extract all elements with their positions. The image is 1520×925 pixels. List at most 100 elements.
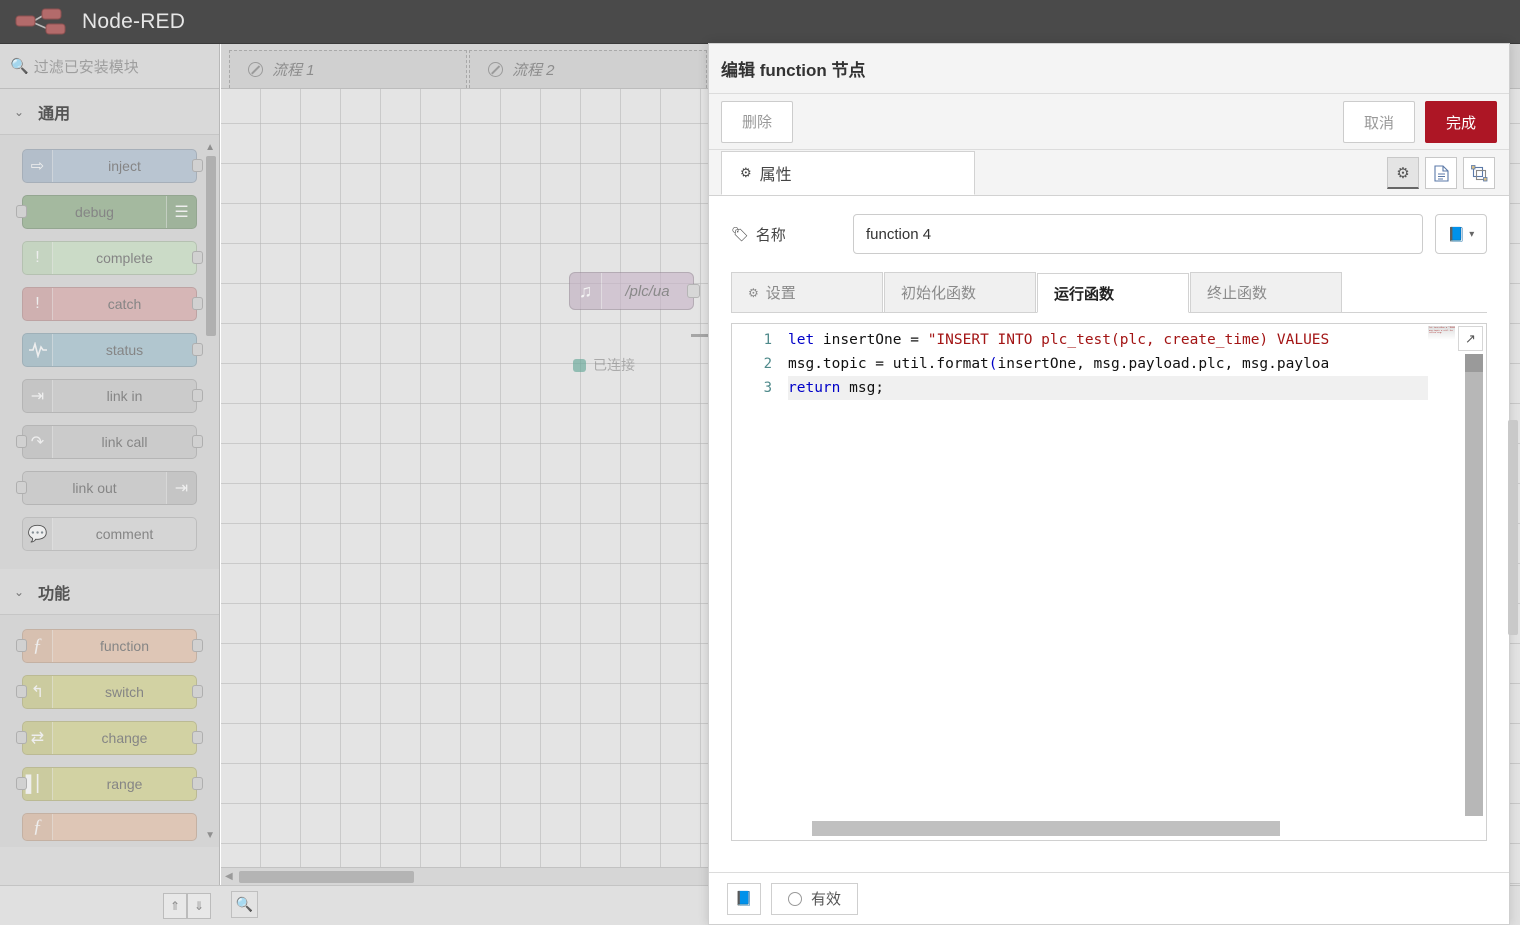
node-output-port[interactable] bbox=[687, 284, 700, 298]
node-output-port[interactable] bbox=[192, 777, 203, 790]
code-line: 1 let insertOne = "INSERT INTO plc_test(… bbox=[732, 328, 1428, 352]
editor-horizontal-scrollbar-thumb[interactable] bbox=[812, 821, 1280, 836]
flow-tab-1[interactable]: 流程 1 bbox=[229, 50, 467, 88]
palette-search-placeholder: 过滤已安装模块 bbox=[33, 58, 139, 76]
description-doc-icon[interactable] bbox=[1425, 157, 1457, 189]
gear-icon: ⚙ bbox=[740, 165, 752, 180]
node-input-port[interactable] bbox=[16, 435, 27, 448]
node-input-port[interactable] bbox=[16, 639, 27, 652]
palette-node-catch[interactable]: ! catch bbox=[22, 287, 203, 321]
book-icon[interactable]: 📘 bbox=[727, 882, 761, 915]
settings-gear-icon[interactable]: ⚙ bbox=[1387, 157, 1419, 189]
editor-vertical-scrollbar-thumb[interactable] bbox=[1465, 354, 1483, 372]
node-output-port[interactable] bbox=[192, 389, 203, 402]
tab-on-start-label: 初始化函数 bbox=[901, 285, 977, 302]
node-input-port[interactable] bbox=[16, 731, 27, 744]
chevron-down-icon: ▾ bbox=[1469, 228, 1475, 240]
tab-setup[interactable]: ⚙ 设置 bbox=[731, 272, 883, 312]
expand-all-icon[interactable]: ⇓ bbox=[187, 893, 211, 919]
page-vertical-scrollbar[interactable] bbox=[1508, 420, 1518, 635]
enabled-label: 有效 bbox=[811, 891, 842, 908]
node-output-port[interactable] bbox=[192, 435, 203, 448]
palette-node-link-in[interactable]: ⇥ link in bbox=[22, 379, 203, 413]
palette-scroll-down-icon[interactable]: ▼ bbox=[205, 830, 215, 841]
book-dropdown-icon: 📘 bbox=[1447, 225, 1466, 242]
palette-node-label: range bbox=[106, 776, 143, 792]
change-swap-icon: ⇄ bbox=[23, 722, 53, 754]
edit-function-node-dialog: 编辑 function 节点 删除 取消 完成 ⚙ 属性 ⚙ 🏷 名称 func… bbox=[708, 43, 1510, 925]
exclamation-icon: ! bbox=[23, 242, 53, 274]
node-input-port[interactable] bbox=[16, 777, 27, 790]
code-editor[interactable]: 1 let insertOne = "INSERT INTO plc_test(… bbox=[731, 323, 1487, 841]
dialog-body: 🏷 名称 📘 ▾ ⚙ 设置 初始化函数 运行函数 终止函数 bbox=[709, 196, 1509, 872]
palette-node-status[interactable]: status bbox=[22, 333, 203, 367]
palette-scrollbar-thumb[interactable] bbox=[206, 156, 216, 336]
link-call-icon: ↷ bbox=[23, 426, 53, 458]
status-text: 已连接 bbox=[593, 357, 635, 373]
palette-category-function[interactable]: ⌄ 功能 bbox=[0, 569, 219, 615]
tab-on-stop-label: 终止函数 bbox=[1207, 285, 1268, 302]
tab-properties-label: 属性 bbox=[759, 167, 792, 184]
expand-diagonal-icon[interactable]: ↗ bbox=[1458, 326, 1483, 351]
inject-arrow-icon: ⇨ bbox=[23, 150, 53, 182]
search-icon: 🔍 bbox=[10, 58, 29, 75]
name-library-menu-button[interactable]: 📘 ▾ bbox=[1435, 214, 1487, 254]
function-f-icon: ƒ bbox=[23, 630, 53, 662]
node-output-port[interactable] bbox=[192, 731, 203, 744]
code-editor-content[interactable]: 1 let insertOne = "INSERT INTO plc_test(… bbox=[732, 324, 1428, 818]
done-button[interactable]: 完成 bbox=[1424, 101, 1497, 143]
code-line-text: let insertOne = "INSERT INTO plc_test(pl… bbox=[788, 328, 1428, 352]
palette-category-function-body: ƒ function ↰ switch ⇄ change ▌▏ range ƒ bbox=[0, 615, 219, 847]
palette-node-complete[interactable]: ! complete bbox=[22, 241, 203, 275]
palette-scroll-up-icon[interactable]: ▲ bbox=[205, 142, 215, 153]
palette-node-function[interactable]: ƒ function bbox=[16, 629, 203, 663]
disabled-flow-icon bbox=[488, 62, 503, 77]
palette-node-range[interactable]: ▌▏ range bbox=[16, 767, 203, 801]
node-red-logo-icon bbox=[14, 7, 70, 37]
palette-node-debug[interactable]: debug ☰ bbox=[16, 195, 197, 229]
palette-node-link-out[interactable]: link out ⇥ bbox=[16, 471, 197, 505]
palette-category-general[interactable]: ⌄ 通用 bbox=[0, 89, 219, 135]
appearance-icon[interactable] bbox=[1463, 157, 1495, 189]
scroll-left-icon[interactable]: ◀ bbox=[225, 871, 233, 882]
canvas-search-icon[interactable]: 🔍 bbox=[231, 891, 258, 918]
tab-on-message[interactable]: 运行函数 bbox=[1037, 273, 1189, 313]
node-input-port[interactable] bbox=[16, 205, 27, 218]
node-input-port[interactable] bbox=[16, 685, 27, 698]
code-token: insertOne, msg.payload.plc, msg.payloa bbox=[997, 356, 1330, 372]
comment-bubble-icon: 💬 bbox=[23, 518, 53, 550]
canvas-node-mqtt-in[interactable]: ♫ /plc/ua bbox=[569, 272, 700, 310]
tab-properties[interactable]: ⚙ 属性 bbox=[721, 151, 975, 195]
name-input[interactable] bbox=[853, 214, 1423, 254]
tab-on-stop[interactable]: 终止函数 bbox=[1190, 272, 1342, 312]
palette-node-link-call[interactable]: ↷ link call bbox=[16, 425, 203, 459]
delete-button[interactable]: 删除 bbox=[721, 100, 794, 143]
function-f-icon: ƒ bbox=[23, 814, 53, 840]
palette-node-comment[interactable]: 💬 comment bbox=[22, 517, 197, 551]
palette-node-partial[interactable]: ƒ bbox=[22, 813, 197, 841]
node-output-port[interactable] bbox=[192, 343, 203, 356]
node-output-port[interactable] bbox=[192, 297, 203, 310]
mqtt-signal-icon: ♫ bbox=[570, 273, 602, 309]
node-output-port[interactable] bbox=[192, 639, 203, 652]
cancel-button[interactable]: 取消 bbox=[1342, 101, 1415, 143]
flow-tab-2[interactable]: 流程 2 bbox=[469, 50, 707, 88]
palette-node-change[interactable]: ⇄ change bbox=[16, 721, 203, 755]
node-input-port[interactable] bbox=[16, 481, 27, 494]
palette-node-switch[interactable]: ↰ switch bbox=[16, 675, 203, 709]
node-output-port[interactable] bbox=[192, 159, 203, 172]
editor-vertical-scrollbar[interactable] bbox=[1465, 354, 1483, 816]
tab-on-start[interactable]: 初始化函数 bbox=[884, 272, 1036, 312]
code-line: 2 msg.topic = util.format(insertOne, msg… bbox=[732, 352, 1428, 376]
collapse-all-icon[interactable]: ⇑ bbox=[163, 893, 187, 919]
code-minimap[interactable]: let insertOne = "INSERT msg.topic = util.… bbox=[1428, 326, 1455, 340]
canvas-horizontal-scrollbar-thumb[interactable] bbox=[239, 871, 414, 883]
range-bars-icon: ▌▏ bbox=[23, 768, 53, 800]
node-output-port[interactable] bbox=[192, 685, 203, 698]
enabled-toggle-button[interactable]: 有效 bbox=[771, 882, 859, 915]
palette-node-inject[interactable]: ⇨ inject bbox=[22, 149, 203, 183]
palette-node-label: switch bbox=[105, 684, 144, 700]
code-line-text: msg.topic = util.format(insertOne, msg.p… bbox=[788, 352, 1428, 376]
palette-search-input[interactable]: 🔍 过滤已安装模块 bbox=[0, 44, 219, 89]
node-output-port[interactable] bbox=[192, 251, 203, 264]
